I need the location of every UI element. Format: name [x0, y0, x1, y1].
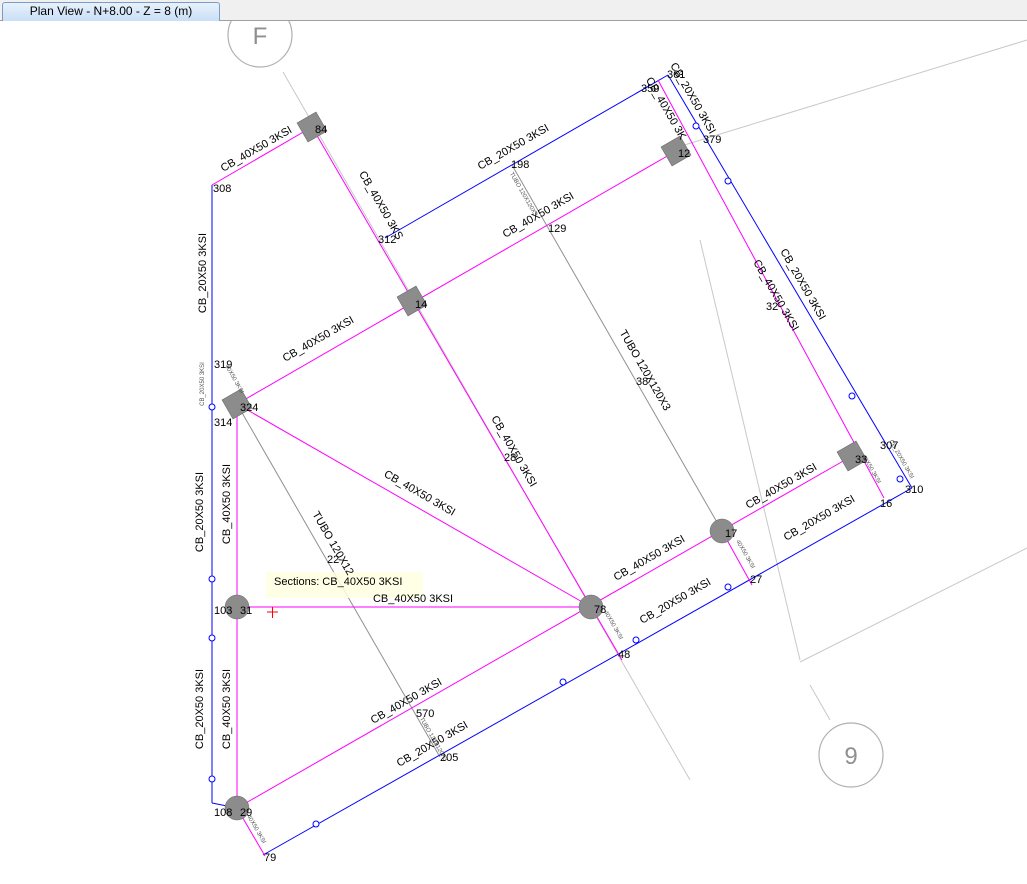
- label-tube-upper: TUBO 120X120X3: [617, 328, 673, 413]
- plan-view-canvas[interactable]: F 9 Sections: CB_40X50 3KSI CB_40X50 3KS…: [0, 21, 1027, 884]
- node-129: 129: [548, 223, 566, 235]
- cursor-crosshair: [267, 607, 278, 618]
- label-left-vertical-lower: CB_40X50 3KSI: [221, 669, 233, 749]
- node-314: 314: [214, 417, 232, 429]
- label-horizontal: CB_40X50 3KSI: [373, 593, 453, 605]
- label-tube-small: TUBO 120X120X3: [508, 171, 538, 218]
- node-12: 12: [678, 148, 690, 160]
- node-38: 38: [636, 376, 648, 388]
- label-tiny-16: 40X50 3KSI: [734, 539, 755, 570]
- node-308: 308: [213, 183, 231, 195]
- label-left-edge-upper: CB_20X50 3KSI: [197, 233, 209, 313]
- label-bottom-right: CB_20X50 3KSI: [782, 493, 857, 543]
- grid-bubble-9[interactable]: 9: [818, 722, 884, 788]
- label-left-vertical-upper: CB_40X50 3KSI: [221, 464, 233, 544]
- node-319: 319: [214, 359, 232, 371]
- tab-plan-view[interactable]: Plan View - N+8.00 - Z = 8 (m): [2, 2, 220, 21]
- node-84: 84: [315, 124, 327, 136]
- node-78: 78: [594, 604, 606, 616]
- node-361: 361: [667, 69, 685, 81]
- node-198: 198: [511, 159, 529, 171]
- node-27: 27: [750, 574, 762, 586]
- node-33: 33: [855, 454, 867, 466]
- grid-lines: [282, 39, 1027, 781]
- label-tiny-left: CB_20X50 3KSI: [200, 362, 206, 406]
- tube-members[interactable]: [236, 164, 723, 758]
- node-31: 31: [240, 605, 252, 617]
- label-beam-top-left: CB_40X50 3KSI: [219, 124, 294, 174]
- node-205: 205: [440, 752, 458, 764]
- node-307: 307: [880, 440, 898, 452]
- node-312: 312: [378, 234, 396, 246]
- node-48: 48: [618, 649, 630, 661]
- tooltip-text: Sections: CB_40X50 3KSI: [274, 576, 402, 588]
- node-570: 570: [416, 708, 434, 720]
- node-379: 379: [703, 134, 721, 146]
- view-tab-bar: Plan View - N+8.00 - Z = 8 (m): [0, 0, 1027, 21]
- label-diagonal-top: CB_40X50 3KS: [356, 169, 405, 242]
- beam-labels: CB_40X50 3KSI CB_20X50 3KSI CB_40X50 3KS…: [194, 61, 915, 845]
- beam-cb40-lower-cross[interactable]: [236, 455, 853, 809]
- beam-cb40-top-left[interactable]: [211, 126, 313, 186]
- grid-bubble-f-label: F: [253, 23, 268, 50]
- grid-line-9: [809, 684, 831, 721]
- beam-top[interactable]: [384, 74, 669, 239]
- node-14: 14: [415, 299, 427, 311]
- label-lower-cross-far: CB_40X50 3KSI: [744, 461, 819, 511]
- node-103: 103: [214, 605, 232, 617]
- node-22: 22: [327, 554, 339, 566]
- node-16: 16: [880, 498, 892, 510]
- label-tube-lower: TUBO 120X12: [310, 510, 356, 578]
- node-29: 29: [240, 807, 252, 819]
- label-left-edge-mid: CB_20X50 3KSI: [194, 472, 206, 552]
- node-310: 310: [905, 484, 923, 496]
- grid-line-ext2: [799, 547, 1027, 663]
- node-324: 324: [240, 402, 258, 414]
- node-108: 108: [214, 807, 232, 819]
- node-32: 32: [766, 301, 778, 313]
- grid-bubble-9-label: 9: [844, 743, 857, 770]
- node-labels: 308 319 314 324 84 350 361 379 12 198 31…: [213, 69, 923, 864]
- beam-bottom[interactable]: [262, 487, 913, 856]
- label-bottom-mid: CB_20X50 3KSI: [638, 576, 713, 626]
- label-lower-cross-right: CB_40X50 3KSI: [612, 533, 687, 583]
- node-17: 17: [725, 528, 737, 540]
- node-350: 350: [641, 83, 659, 95]
- beam-cb40-upper-cross[interactable]: [236, 150, 677, 405]
- grid-line-upper: [667, 39, 1027, 151]
- grid-bubble-f[interactable]: F: [227, 21, 293, 68]
- tube-member-upper[interactable]: [511, 164, 723, 532]
- label-left-edge-lower: CB_20X50 3KSI: [194, 669, 206, 749]
- node-79: 79: [264, 852, 276, 864]
- magenta-beams[interactable]: [211, 79, 885, 857]
- node-28: 28: [504, 452, 516, 464]
